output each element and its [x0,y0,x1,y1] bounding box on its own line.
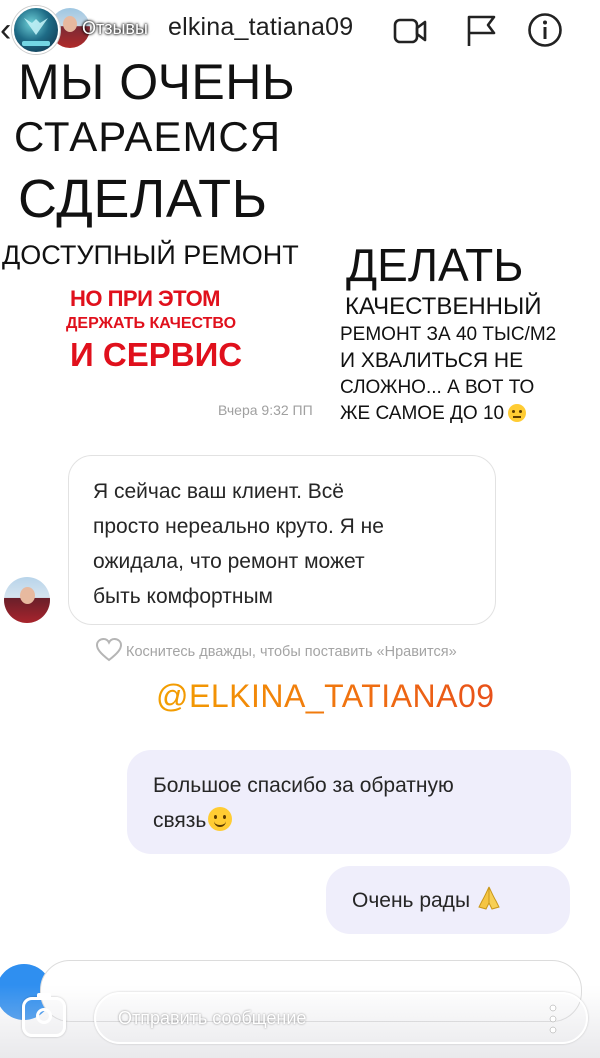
message-line: Очень рады [352,883,544,918]
story-text-line: КАЧЕСТВЕННЫЙ [345,293,542,320]
story-text-line: И ХВАЛИТЬСЯ НЕ [340,349,524,372]
story-text-line: СДЕЛАТЬ [18,169,268,229]
sender-avatar[interactable] [4,577,50,623]
message-line: быть комфортным [93,585,273,608]
like-hint[interactable]: Коснитесь дважды, чтобы поставить «Нрави… [96,638,457,662]
smile-emoji-icon [208,807,233,831]
story-red-line: НО ПРИ ЭТОМ [70,286,221,311]
like-hint-text: Коснитесь дважды, чтобы поставить «Нрави… [126,644,457,660]
story-red-line: ДЕРЖАТЬ КАЧЕСТВО [66,315,237,332]
message-line: просто нереально круто. Я не [93,515,384,538]
more-icon[interactable] [548,1003,558,1035]
story-text-line: СТАРАЕМСЯ [14,113,282,160]
message-line-text: связь [153,809,207,832]
story-text-line: СЛОЖНО... А ВОТ ТО [340,377,535,398]
message-line: Большое спасибо за обратную [153,774,454,797]
message-line: ожидала, что ремонт может [93,550,365,573]
heart-icon[interactable] [96,638,122,662]
message-line-text: Очень рады [352,889,471,912]
story-text-line: ДОСТУПНЫЙ РЕМОНТ [2,240,299,270]
story-text-line-text: ЖЕ САМОЕ ДО 10 [340,403,505,424]
logo-icon [24,18,48,35]
video-call-icon[interactable] [392,14,428,48]
outgoing-message-bubble[interactable]: Большое спасибо за обратную связь [127,750,571,854]
message-timestamp: Вчера 9:32 ПП [218,402,313,418]
story-red-line: И СЕРВИС [70,336,243,373]
outgoing-message-bubble[interactable]: Очень рады [326,866,570,934]
reply-input[interactable]: Отправить сообщение [94,992,588,1044]
story-avatar[interactable] [12,6,60,54]
story-text-line: МЫ ОЧЕНЬ [18,54,296,110]
story-text-line: РЕМОНТ ЗА 40 ТЫС/М2 [340,324,557,345]
reply-placeholder: Отправить сообщение [118,1008,307,1028]
incoming-message-bubble[interactable]: Я сейчас ваш клиент. Всё просто нереальн… [68,455,496,625]
info-icon[interactable] [527,12,563,48]
chat-username[interactable]: elkina_tatiana09 [168,13,353,42]
flag-icon[interactable] [464,14,500,48]
thinking-emoji-icon [508,404,527,422]
message-line: Я сейчас ваш клиент. Всё [93,480,344,503]
story-text-line: ЖЕ САМОЕ ДО 10 [340,403,527,424]
message-line: связь [153,803,545,838]
story-text-line: ДЕЛАТЬ [346,239,524,291]
story-label: Отзывы [82,18,148,38]
mention-sticker[interactable]: @ELKINA_TATIANA09 [156,678,495,715]
camera-icon[interactable] [22,993,66,1037]
pray-emoji-icon [478,886,500,910]
